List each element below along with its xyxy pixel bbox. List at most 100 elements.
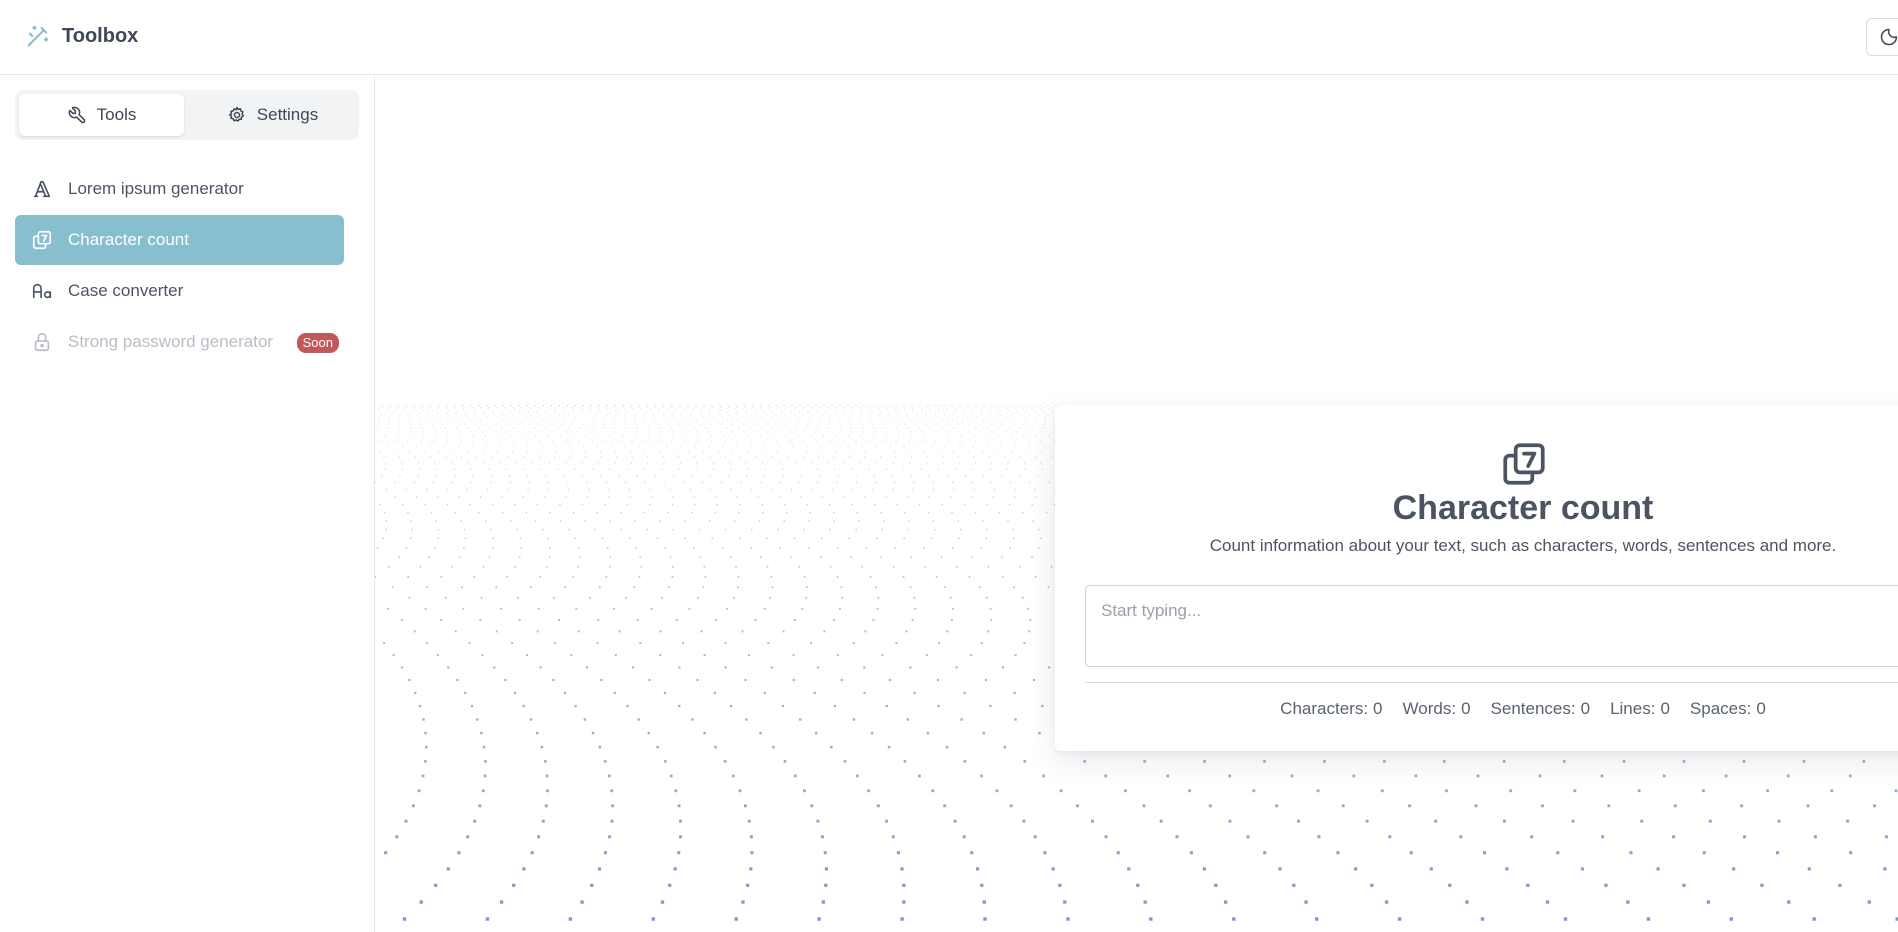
background-dot (525, 654, 528, 657)
background-dot (480, 408, 481, 410)
background-dot (1050, 456, 1052, 458)
background-dot (467, 417, 469, 419)
background-dot (414, 456, 416, 458)
background-dot (501, 410, 503, 411)
background-dot (826, 431, 828, 433)
background-dot (562, 410, 564, 411)
background-dot (871, 412, 873, 413)
sidebar-item-lorem-ipsum[interactable]: Lorem ipsum generator (15, 164, 344, 214)
background-dot (855, 528, 857, 531)
tab-settings[interactable]: Settings (190, 94, 355, 136)
stat-label: Characters: (1280, 699, 1369, 718)
background-dot (451, 481, 454, 483)
background-dot (600, 412, 602, 413)
background-dot (861, 423, 863, 425)
background-dot (632, 666, 635, 669)
background-dot (839, 607, 841, 610)
background-dot (940, 556, 943, 558)
background-dot (970, 556, 973, 558)
background-dot (782, 475, 784, 477)
background-dot (883, 405, 884, 407)
background-dot (579, 556, 581, 558)
background-dot (422, 427, 424, 429)
background-dot (819, 475, 821, 477)
background-dot (1040, 537, 1042, 540)
background-dot (526, 450, 528, 452)
background-dot (822, 414, 823, 416)
background-dot (699, 412, 701, 413)
background-dot (695, 405, 697, 406)
background-dot (1640, 819, 1644, 823)
background-dot (923, 435, 925, 437)
background-dot (1016, 431, 1018, 433)
background-dot (761, 405, 762, 407)
background-dot (615, 408, 617, 410)
brand[interactable]: Toolbox (24, 22, 138, 50)
background-dot (660, 900, 665, 904)
background-dot (732, 423, 734, 425)
background-dot (568, 917, 573, 921)
background-dot (645, 406, 647, 408)
background-dot (379, 417, 380, 419)
background-dot (818, 423, 820, 425)
background-dot (900, 917, 904, 921)
text-input[interactable] (1085, 585, 1898, 667)
background-dot (824, 405, 825, 406)
sidebar-item-case-converter[interactable]: Case converter (15, 266, 344, 316)
background-dot (852, 406, 854, 408)
background-dot (693, 427, 695, 429)
background-dot (596, 406, 597, 408)
background-dot (535, 435, 537, 437)
tab-tools[interactable]: Tools (19, 94, 184, 136)
background-dot (620, 528, 622, 531)
background-dot (843, 496, 845, 498)
background-dot (806, 450, 808, 452)
main-content: Character count Count information about … (375, 75, 1898, 932)
background-dot (684, 520, 686, 522)
background-dot (748, 654, 751, 657)
background-dot (1414, 774, 1418, 778)
background-dot (794, 406, 796, 408)
background-dot (696, 420, 697, 422)
background-dot (545, 475, 547, 477)
background-dot (898, 431, 900, 433)
background-dot (614, 405, 616, 407)
background-dot (388, 423, 390, 425)
background-dot (395, 835, 399, 839)
background-dot (409, 537, 412, 540)
background-dot (553, 431, 555, 433)
background-dot (864, 630, 867, 633)
background-dot (974, 462, 976, 464)
background-dot (898, 417, 900, 419)
background-dot (784, 504, 786, 506)
background-dot (449, 410, 451, 411)
background-dot (730, 468, 732, 470)
background-dot (559, 414, 560, 416)
background-dot (848, 405, 850, 406)
background-dot (608, 566, 611, 568)
background-dot (419, 566, 422, 568)
background-dot (887, 405, 888, 406)
background-dot (552, 678, 555, 682)
background-dot (785, 435, 787, 437)
background-dot (721, 546, 724, 549)
background-dot (782, 630, 785, 633)
sidebar-item-character-count[interactable]: Character count (15, 215, 344, 265)
background-dot (991, 405, 992, 406)
background-dot (1038, 528, 1040, 531)
background-dot (603, 760, 607, 763)
stat-label: Sentences: (1490, 699, 1576, 718)
background-dot (1023, 435, 1025, 437)
background-dot (419, 468, 421, 470)
background-dot (601, 431, 603, 433)
background-dot (722, 445, 724, 447)
background-dot (1043, 851, 1047, 855)
background-dot (895, 440, 897, 442)
background-dot (572, 435, 574, 437)
background-dot (763, 440, 765, 442)
background-dot (772, 435, 774, 437)
background-dot (833, 619, 835, 621)
background-dot (571, 423, 573, 425)
background-dot (1807, 867, 1811, 871)
theme-toggle-button[interactable] (1866, 18, 1898, 56)
